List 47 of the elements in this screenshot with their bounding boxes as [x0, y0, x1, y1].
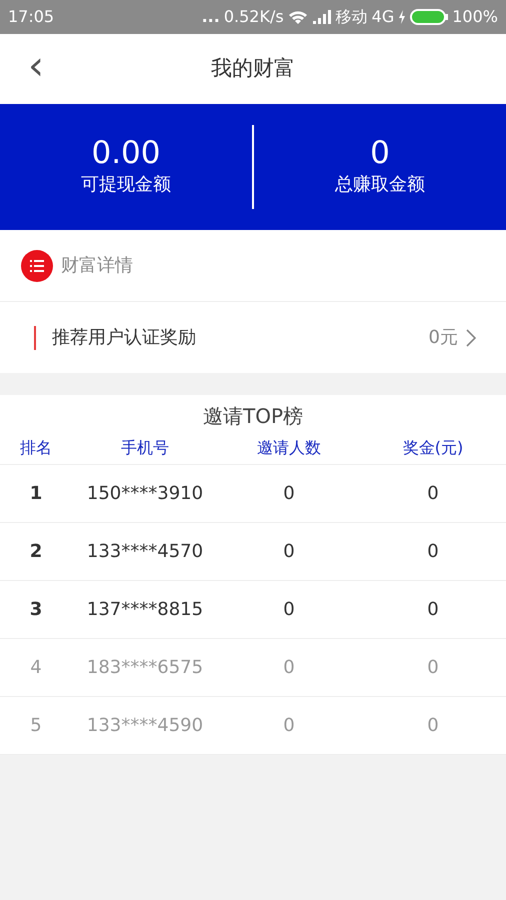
table-cell: 0: [283, 483, 295, 504]
table-cell: 0: [283, 541, 295, 562]
ranking-title: 邀请TOP榜: [202, 403, 304, 430]
table-cell: 0: [283, 599, 295, 620]
amount-label: 总赚取金额: [335, 172, 425, 197]
table-cell: 0: [427, 715, 439, 736]
page-title: 我的财富: [211, 55, 295, 82]
table-cell: 0: [427, 483, 439, 504]
column-header: 手机号: [121, 438, 169, 457]
charging-icon: [398, 10, 406, 24]
table-cell: 0: [427, 657, 439, 678]
back-button[interactable]: ‹: [22, 46, 50, 86]
table-cell: 133****4570: [86, 541, 204, 562]
table-cell: 133****4590: [86, 715, 204, 736]
table-cell: 0: [427, 599, 439, 620]
network-type: 4G: [372, 6, 394, 28]
column-header: 排名: [20, 438, 52, 457]
reward-label: 推荐用户认证奖励: [52, 326, 196, 350]
column-header: 邀请人数: [257, 438, 321, 457]
reward-amount: 0元: [428, 326, 458, 350]
table-cell: 1: [30, 483, 42, 504]
table-cell: 0: [427, 541, 439, 562]
column-header: 奖金(元): [402, 438, 464, 457]
reward-row[interactable]: 推荐用户认证奖励 0元: [0, 302, 506, 373]
table-cell: 150****3910: [86, 483, 204, 504]
chevron-right-icon: [466, 328, 476, 346]
table-cell: 0: [283, 715, 295, 736]
table-cell: 183****6575: [86, 657, 204, 678]
wifi-icon: [288, 9, 308, 25]
table-cell: 3: [30, 599, 42, 620]
section-title: 财富详情: [61, 254, 133, 278]
status-dots: ...: [202, 6, 220, 28]
battery-icon: [410, 9, 448, 25]
list-icon: [21, 250, 53, 282]
status-time: 17:05: [8, 6, 54, 28]
amount-value: 0: [370, 136, 390, 171]
table-cell: 137****8815: [86, 599, 204, 620]
network-speed: 0.52K/s: [224, 6, 284, 28]
table-cell: 5: [30, 715, 42, 736]
table-cell: 0: [283, 657, 295, 678]
battery-percent: 100%: [452, 6, 498, 28]
amount-value: 0.00: [91, 136, 161, 171]
table-cell: 2: [30, 541, 42, 562]
signal-icon: [312, 10, 332, 24]
table-cell: 4: [30, 657, 42, 678]
carrier-name: 移动: [336, 6, 368, 28]
amount-label: 可提现金额: [81, 172, 171, 197]
